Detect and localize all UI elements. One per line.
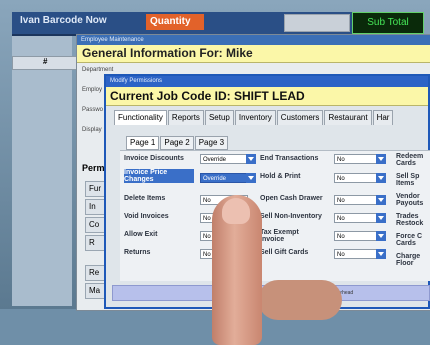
chevron-down-icon[interactable] <box>376 231 386 241</box>
quantity-button[interactable]: Quantity <box>146 14 204 30</box>
page-tabs: Page 1 Page 2 Page 3 <box>126 136 229 150</box>
permission-label: Charge Floor <box>396 253 421 267</box>
permission-label: Sell Sp Items <box>396 173 420 187</box>
permission-label-selected: Invoice Price Changes <box>124 169 194 183</box>
permission-select-selected[interactable]: Override <box>200 173 248 183</box>
chevron-down-icon[interactable] <box>376 213 386 223</box>
chevron-down-icon[interactable] <box>376 173 386 183</box>
hand-knuckle <box>258 280 342 320</box>
permission-label: Redeem Cards <box>396 153 424 167</box>
tab-inventory[interactable]: Inventory <box>234 110 276 125</box>
tab-customers[interactable]: Customers <box>276 110 324 125</box>
permission-select[interactable]: No <box>334 249 382 259</box>
tab-setup[interactable]: Setup <box>204 110 234 125</box>
tab-page-2[interactable]: Page 2 <box>160 136 194 150</box>
permission-label: Sell Gift Cards <box>260 249 309 256</box>
permission-label: Force C Cards <box>396 233 423 247</box>
permission-label: Vendor Payouts <box>396 193 424 207</box>
tab-page-1[interactable]: Page 1 <box>126 136 160 150</box>
permission-tabs: Functionality Reports Setup Inventory Cu… <box>114 110 394 125</box>
employee-general-info-header: General Information For: Mike <box>77 45 430 63</box>
chevron-down-icon[interactable] <box>246 154 256 164</box>
tab-reports[interactable]: Reports <box>167 110 204 125</box>
permission-label: End Transactions <box>260 155 319 162</box>
item-grid-header: # <box>12 56 84 70</box>
fingernail <box>222 198 250 224</box>
password-label: Passwo <box>82 107 104 113</box>
department-label: Department <box>82 67 114 73</box>
tab-restaurant[interactable]: Restaurant <box>324 110 372 125</box>
pos-left-panel <box>12 36 72 306</box>
permission-label: Delete Items <box>124 195 166 202</box>
chevron-down-icon[interactable] <box>376 249 386 259</box>
tab-page-3[interactable]: Page 3 <box>194 136 229 150</box>
permission-label: Trades Restock <box>396 213 424 227</box>
permission-select[interactable]: No <box>334 154 382 164</box>
modify-permissions-window: Modify Permissions Current Job Code ID: … <box>104 74 430 309</box>
tab-hardware[interactable]: Har <box>372 110 394 125</box>
permission-select[interactable]: No <box>334 231 382 241</box>
chevron-down-icon[interactable] <box>376 195 386 205</box>
permissions-panel: Invoice Discounts Override Invoice Price… <box>120 150 430 281</box>
permission-select[interactable]: No <box>334 213 382 223</box>
chevron-down-icon[interactable] <box>376 154 386 164</box>
pos-title: Ivan Barcode Now <box>20 15 107 26</box>
permission-select[interactable]: No <box>334 173 382 183</box>
permission-select[interactable]: No <box>334 195 382 205</box>
permission-label: Allow Exit <box>124 231 158 238</box>
employee-window-titlebar: Employee Maintenance <box>77 35 430 45</box>
permission-label: Void Invoices <box>124 213 169 220</box>
permission-label: Invoice Discounts <box>124 155 184 162</box>
permission-label: Open Cash Drawer <box>260 195 323 202</box>
employee-label: Employ <box>82 87 103 93</box>
job-code-header: Current Job Code ID: SHIFT LEAD <box>106 87 428 106</box>
pos-blank-button[interactable] <box>284 14 350 32</box>
permissions-label: Perm <box>82 163 105 173</box>
permission-label: Hold & Print <box>260 173 301 180</box>
permission-select[interactable]: Override <box>200 154 248 164</box>
permissions-titlebar: Modify Permissions <box>106 76 428 87</box>
chevron-down-icon[interactable] <box>246 173 256 183</box>
grid-number-header: # <box>43 57 48 66</box>
permission-label: Tax Exempt Invoice <box>260 229 299 243</box>
tab-functionality[interactable]: Functionality <box>114 110 167 125</box>
display-label: Display <box>82 127 102 133</box>
subtotal-display: Sub Total <box>352 12 424 34</box>
permission-label: Sell Non-Inventory <box>260 213 322 220</box>
permission-label: Returns <box>124 249 151 256</box>
